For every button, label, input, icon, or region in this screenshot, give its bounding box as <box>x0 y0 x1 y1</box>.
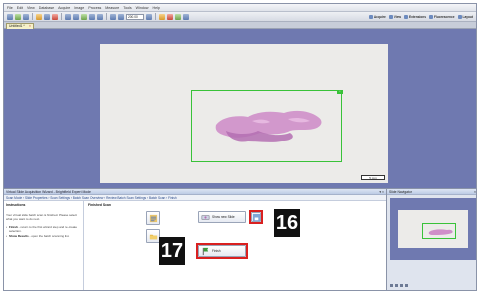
toolbar-divider <box>155 13 156 20</box>
instructions-heading: Instructions <box>6 203 26 207</box>
slide-image: ▪ 5 mm <box>100 44 388 183</box>
fluorescence-icon <box>428 14 433 19</box>
menu-acquire[interactable]: Acquire <box>58 6 70 10</box>
channel-green-icon[interactable] <box>175 13 181 20</box>
menu-image[interactable]: Image <box>74 6 84 10</box>
menu-file[interactable]: File <box>7 6 13 10</box>
list-item: Finish - return to the first wizard step… <box>6 225 81 233</box>
finished-scan-heading: Finished Scan <box>88 203 111 207</box>
measure-tool-icon[interactable] <box>81 13 87 20</box>
toolbar-divider <box>106 13 107 20</box>
workspace-fluorescence[interactable]: Fluorescence <box>428 14 455 19</box>
actual-size-icon[interactable] <box>118 13 124 20</box>
open-icon[interactable] <box>15 13 21 20</box>
menu-help[interactable]: Help <box>152 6 159 10</box>
open-folder-button[interactable] <box>146 229 160 243</box>
record-icon[interactable] <box>52 13 58 20</box>
navigator-title: Slide Navigator <box>389 190 412 194</box>
workspace-acquire[interactable]: Acquire <box>368 14 386 19</box>
list-item: Show Results - open the batch scanning l… <box>6 234 81 238</box>
batch-list-icon <box>149 214 157 222</box>
region-marker[interactable]: ▪ <box>337 90 343 94</box>
wizard-title: Virtual Slide Acquisition Wizard - Brigh… <box>6 190 91 194</box>
panel-close-icon[interactable]: × <box>474 189 476 195</box>
navigator-view[interactable] <box>390 198 476 260</box>
tab-document-label: Untitled1 * <box>9 24 25 28</box>
channel-icon[interactable] <box>159 13 165 20</box>
navigator-title-bar: Slide Navigator × <box>387 189 476 195</box>
acquire-icon <box>368 14 373 19</box>
tissue-thumbnail <box>428 229 453 235</box>
pan-tool-icon[interactable] <box>73 13 79 20</box>
zoom-out-icon[interactable] <box>97 13 103 20</box>
select-tool-icon[interactable] <box>65 13 71 20</box>
navigator-region[interactable] <box>422 223 456 239</box>
show-new-slide-label: Show new Slide <box>212 215 235 219</box>
acquisition-wizard-panel: Virtual Slide Acquisition Wizard - Brigh… <box>4 188 386 290</box>
toolbar-divider <box>32 13 33 20</box>
wizard-title-bar: Virtual Slide Acquisition Wizard - Brigh… <box>4 189 386 195</box>
toolbar-divider <box>61 13 62 20</box>
show-new-slide-button[interactable]: Show new Slide <box>198 211 246 223</box>
highlight-finish <box>196 243 248 259</box>
workspace-switcher: Acquire View Extensions Fluorescence Lay… <box>368 14 476 19</box>
zoom-out-icon[interactable] <box>390 284 393 287</box>
callout-badge: 17 <box>159 237 185 265</box>
menu-tools[interactable]: Tools <box>123 6 131 10</box>
slide-icon <box>201 214 210 220</box>
channel-red-icon[interactable] <box>167 13 173 20</box>
instructions-text: Your virtual slide batch scan is finishe… <box>6 213 77 221</box>
menu-bar: File Edit View Database Acquire Image Pr… <box>4 4 476 12</box>
instructions-list: Finish - return to the first wizard step… <box>6 225 81 238</box>
menu-view[interactable]: View <box>27 6 35 10</box>
navigator-slide-thumbnail <box>398 210 468 248</box>
menu-database[interactable]: Database <box>39 6 54 10</box>
menu-process[interactable]: Process <box>88 6 101 10</box>
live-view-icon[interactable] <box>44 13 50 20</box>
workspace-view[interactable]: View <box>388 14 401 19</box>
tissue-sample <box>215 110 322 142</box>
document-tab-bar: Untitled1 * × <box>4 22 476 29</box>
camera-icon[interactable] <box>36 13 42 20</box>
wizard-body: Instructions Your virtual slide batch sc… <box>4 201 386 290</box>
zoom-input[interactable]: 200.00 <box>126 13 144 20</box>
save-icon[interactable] <box>23 13 29 20</box>
zoom-in-icon[interactable] <box>395 284 398 287</box>
batch-list-button[interactable] <box>146 211 160 225</box>
main-toolbar: 200.00 Acquire View Extensions Fluoresce… <box>4 12 476 22</box>
slide-navigator-panel: Slide Navigator × <box>386 188 476 290</box>
navigator-controls <box>390 283 476 288</box>
menu-window[interactable]: Window <box>136 6 149 10</box>
fit-icon[interactable] <box>110 13 116 20</box>
view-icon <box>388 14 393 19</box>
callout-badge: 16 <box>274 209 300 237</box>
menu-edit[interactable]: Edit <box>17 6 23 10</box>
settings-icon[interactable] <box>405 284 408 287</box>
panel-close-icon[interactable]: ▾ × <box>379 189 384 195</box>
extensions-icon <box>403 14 408 19</box>
folder-icon <box>149 234 157 239</box>
instructions-pane: Instructions Your virtual slide batch sc… <box>4 201 84 290</box>
fit-icon[interactable] <box>400 284 403 287</box>
zoom-dropdown-icon[interactable] <box>146 13 152 20</box>
channel-blue-icon[interactable] <box>183 13 189 20</box>
finished-scan-pane: Finished Scan Show new Slide Finish 16 1… <box>84 201 386 290</box>
application-window: File Edit View Database Acquire Image Pr… <box>3 3 477 291</box>
workspace-extensions[interactable]: Extensions <box>403 14 426 19</box>
workspace-layout[interactable]: Layout <box>457 14 473 19</box>
slide-viewer[interactable]: ▪ 5 mm <box>4 29 476 188</box>
layout-icon <box>457 14 462 19</box>
zoom-in-icon[interactable] <box>89 13 95 20</box>
menu-measure[interactable]: Measure <box>105 6 119 10</box>
highlight-save-results <box>249 210 263 224</box>
scale-bar: 5 mm <box>361 175 385 180</box>
scan-region[interactable]: ▪ <box>191 90 343 162</box>
new-document-icon[interactable] <box>7 13 13 20</box>
